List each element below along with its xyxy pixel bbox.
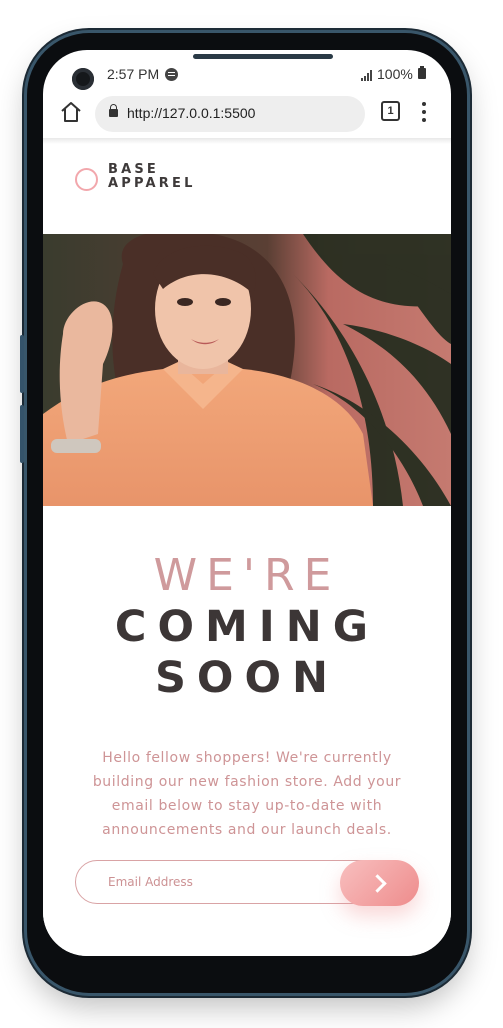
email-input[interactable] (75, 860, 385, 904)
toolbar-shadow (43, 138, 451, 144)
home-icon[interactable] (59, 100, 83, 124)
spotify-icon (165, 68, 178, 81)
speaker-grill (193, 54, 333, 59)
battery-icon (418, 66, 426, 79)
chevron-right-icon (368, 873, 387, 893)
email-signup-form (75, 860, 419, 906)
description-text: Hello fellow shoppers! We're currently b… (92, 750, 402, 838)
browser-toolbar: http://127.0.0.1:5500 1 (43, 90, 451, 138)
phone-screen: 2:57 PM 100% http://127.0.0.1:5500 1 BAS… (43, 50, 451, 956)
tab-switcher-button[interactable]: 1 (381, 101, 400, 121)
volume-up-button (20, 335, 24, 393)
brand-name: BASE APPAREL (108, 163, 228, 191)
signal-icon (361, 70, 373, 81)
logo-circle-icon (75, 168, 98, 191)
volume-down-button (20, 405, 24, 463)
brand-line-2: APPAREL (108, 176, 196, 191)
hero-illustration (43, 234, 451, 506)
main-content: WE'RE COMING SOON Hello fellow shoppers!… (43, 506, 451, 956)
address-bar[interactable]: http://127.0.0.1:5500 (95, 96, 365, 132)
submit-button[interactable] (340, 860, 419, 906)
brand-line-1: BASE (108, 162, 160, 177)
phone-frame: 2:57 PM 100% http://127.0.0.1:5500 1 BAS… (20, 33, 467, 993)
status-time: 2:57 PM (107, 66, 160, 82)
url-text: http://127.0.0.1:5500 (127, 105, 256, 121)
status-bar: 2:57 PM 100% (43, 64, 451, 84)
headline-line-1: WE'RE (153, 550, 341, 601)
hero-image (43, 234, 451, 506)
lock-icon (109, 104, 118, 117)
headline-line-3: SOON (154, 653, 340, 703)
headline-line-2: COMING (114, 602, 380, 652)
menu-kebab-icon[interactable] (422, 102, 426, 122)
battery-level: 100% (377, 66, 413, 82)
